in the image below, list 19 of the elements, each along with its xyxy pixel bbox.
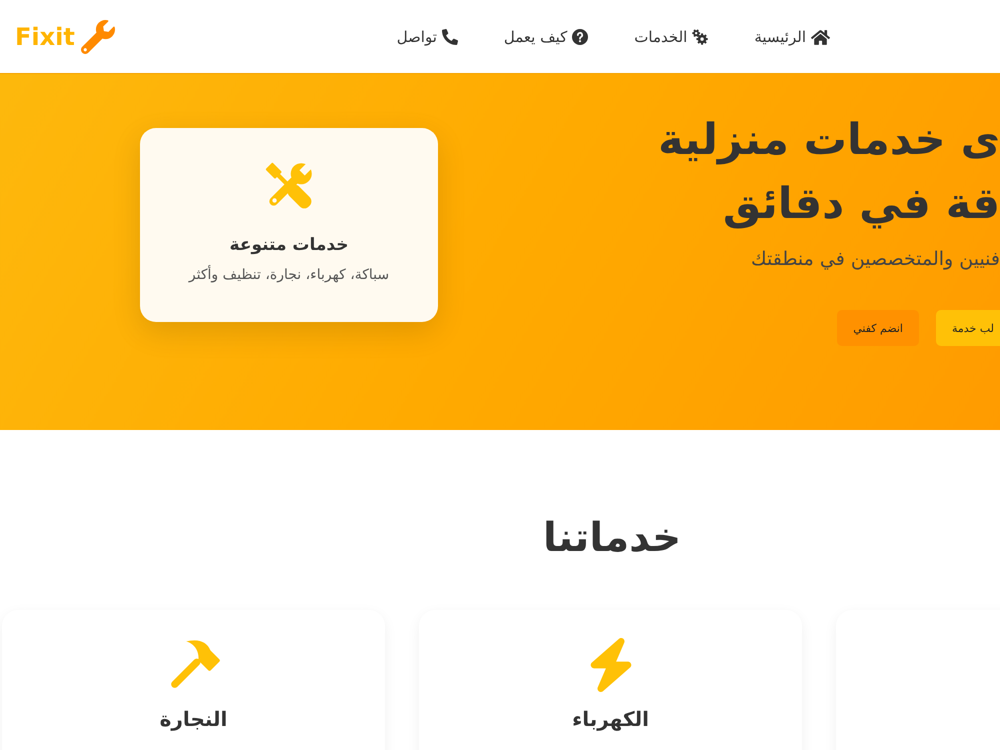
hero-title: قة في دقائق: [722, 178, 1000, 231]
home-icon: [811, 28, 830, 44]
cta-button[interactable]: انضم كفني: [837, 310, 919, 346]
feature-title: خدمات متنوعة: [230, 234, 348, 257]
service-title: النجارة: [160, 706, 228, 733]
hero-subtitle: فنيين والمتخصصين في منطقتك: [750, 247, 1000, 272]
hero-title: ى خدمات منزلية: [657, 114, 1000, 167]
section-title: خدماتنا: [542, 514, 682, 563]
help-icon: [572, 28, 588, 44]
phone-icon: [442, 28, 458, 44]
cta-button[interactable]: لب خدمة: [936, 310, 1000, 346]
nav-link[interactable]: تواصل: [396, 28, 458, 46]
nav-link[interactable]: كيف يعمل: [504, 28, 588, 46]
nav-link[interactable]: الرئيسية: [754, 28, 830, 46]
wrench-icon: [80, 20, 115, 54]
service-title: الكهرباء: [572, 706, 649, 733]
feature-text: سباكة، كهرباء، نجارة، تنظيف وأكثر: [188, 264, 390, 285]
gears-icon: [692, 28, 708, 44]
nav-link[interactable]: الخدمات: [634, 28, 708, 46]
